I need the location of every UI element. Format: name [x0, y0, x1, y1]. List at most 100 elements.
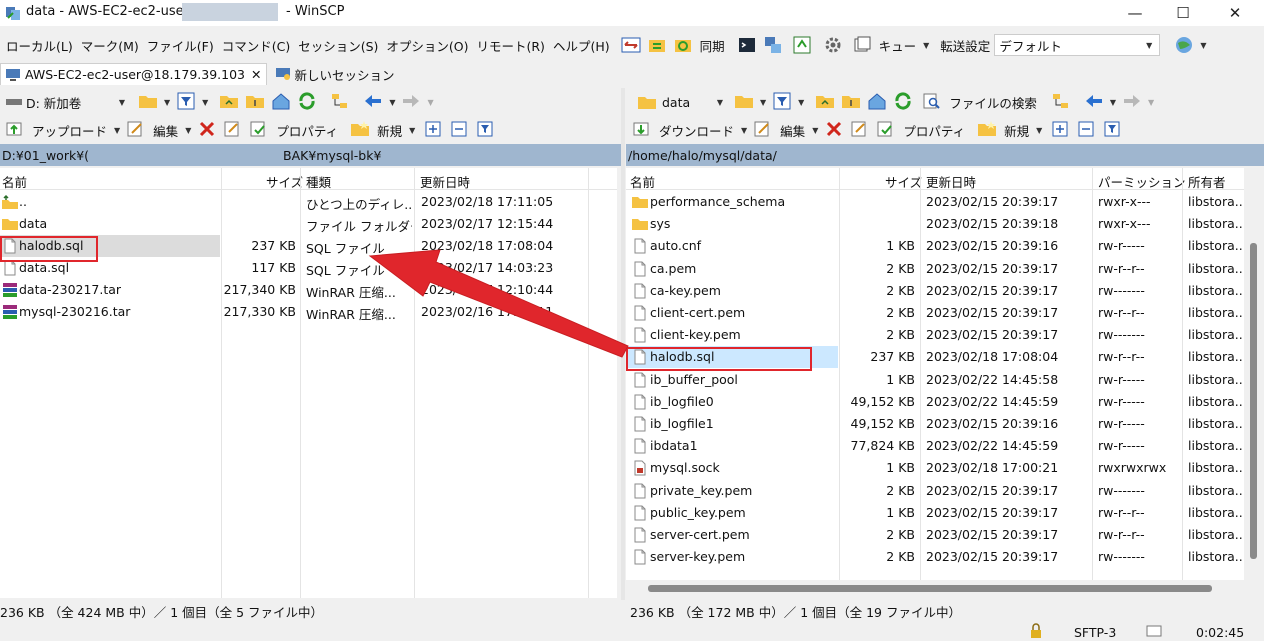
chevron-down-icon[interactable]: ▼: [923, 41, 929, 50]
menu-mark[interactable]: マーク(M): [81, 36, 139, 55]
synchronize-button[interactable]: 同期: [700, 36, 725, 55]
col-size[interactable]: サイズ: [266, 172, 303, 191]
remote-file-row[interactable]: ib_buffer_pool 1 KB 2023/02/22 14:45:58 rw-…: [626, 369, 1244, 391]
remote-horizontal-scrollbar[interactable]: [626, 580, 1244, 596]
remote-file-row[interactable]: server-cert.pem 2 KB 2023/02/15 20:39:17 rw…: [626, 524, 1244, 546]
col-modified[interactable]: 更新日時: [420, 172, 470, 191]
properties-icon[interactable]: [876, 120, 896, 140]
local-file-row[interactable]: data-230217.tar 217,340 KB WinRAR 圧缩... 202…: [0, 279, 617, 301]
parent-dir-icon[interactable]: [815, 92, 835, 112]
menu-session[interactable]: セッション(S): [298, 36, 378, 55]
edit-button[interactable]: 編集: [153, 121, 178, 140]
filter-mask-icon[interactable]: [1103, 120, 1123, 140]
edit-icon[interactable]: [753, 120, 773, 140]
putty-icon[interactable]: [763, 35, 783, 55]
col-type[interactable]: 種類: [306, 172, 331, 191]
expand-icon[interactable]: [1051, 120, 1071, 140]
remote-file-row[interactable]: client-cert.pem 2 KB 2023/02/15 20:39:17 rw…: [626, 302, 1244, 324]
chevron-down-icon[interactable]: ▼: [812, 126, 818, 135]
expand-icon[interactable]: [424, 120, 444, 140]
remote-file-row[interactable]: auto.cnf 1 KB 2023/02/15 20:39:16 rw-r-----…: [626, 235, 1244, 257]
upload-button[interactable]: アップロード: [32, 121, 107, 140]
root-dir-icon[interactable]: [841, 92, 861, 112]
col-name[interactable]: 名前: [2, 172, 27, 191]
edit-button[interactable]: 編集: [780, 121, 805, 140]
remote-file-row[interactable]: performance_schema 2023/02/15 20:39:17 rwx…: [626, 191, 1244, 213]
edit-icon[interactable]: [126, 120, 146, 140]
filter-mask-icon[interactable]: [476, 120, 496, 140]
scrollbar-thumb[interactable]: [1250, 243, 1257, 559]
new-folder-icon[interactable]: [350, 120, 370, 140]
tab-session[interactable]: AWS-EC2-ec2-user@18.179.39.103 ✕: [0, 63, 267, 85]
forward-arrow-icon[interactable]: [401, 92, 421, 112]
properties-icon[interactable]: [249, 120, 269, 140]
menu-file[interactable]: ファイル(F): [147, 36, 214, 55]
filter-icon[interactable]: [176, 92, 196, 112]
open-folder-icon[interactable]: [734, 92, 754, 112]
col-perms[interactable]: パーミッション: [1098, 172, 1186, 191]
download-button[interactable]: ダウンロード: [659, 121, 734, 140]
globe-icon[interactable]: [1174, 35, 1194, 55]
remote-file-row[interactable]: ib_logfile1 49,152 KB 2023/02/15 20:39:16 r…: [626, 413, 1244, 435]
home-icon[interactable]: [867, 92, 887, 112]
menu-options[interactable]: オプション(O): [386, 36, 468, 55]
queue-icon[interactable]: [852, 35, 872, 55]
maximize-button[interactable]: ☐: [1160, 0, 1206, 26]
remote-file-row[interactable]: ca.pem 2 KB 2023/02/15 20:39:17 rw-r--r-- li…: [626, 258, 1244, 280]
remote-file-row[interactable]: ibdata1 77,824 KB 2023/02/22 14:45:59 rw-r-…: [626, 435, 1244, 457]
local-file-row[interactable]: halodb.sql 237 KB SQL ファイル 2023/02/18 17:08…: [0, 235, 617, 257]
download-icon[interactable]: [632, 120, 652, 140]
remote-file-row[interactable]: ib_logfile0 49,152 KB 2023/02/22 14:45:59 r…: [626, 391, 1244, 413]
chevron-down-icon[interactable]: ▼: [164, 98, 170, 107]
menu-command[interactable]: コマンド(C): [222, 36, 290, 55]
col-name[interactable]: 名前: [630, 172, 655, 191]
new-button[interactable]: 新規: [1004, 121, 1029, 140]
chevron-down-icon[interactable]: ▼: [1036, 126, 1042, 135]
find-files-icon[interactable]: [922, 92, 942, 112]
delete-icon[interactable]: [197, 120, 217, 140]
compare-dirs-icon[interactable]: [621, 35, 641, 55]
local-file-row[interactable]: data ファイル フォルダー 2023/02/17 12:15:44: [0, 213, 617, 235]
synchronize-icon[interactable]: [673, 35, 693, 55]
remote-file-list[interactable]: 名前 サイズ 更新日時 パーミッション 所有者 ^ performance_sc…: [626, 168, 1244, 580]
root-dir-icon[interactable]: [245, 92, 265, 112]
menu-local[interactable]: ローカル(L): [6, 36, 73, 55]
terminal-icon[interactable]: [737, 35, 757, 55]
chevron-down-icon[interactable]: ▼: [741, 126, 747, 135]
chevron-down-icon[interactable]: ▼: [202, 98, 208, 107]
back-arrow-icon[interactable]: [363, 92, 383, 112]
minimize-button[interactable]: —: [1112, 0, 1158, 26]
chevron-down-icon[interactable]: ▼: [185, 126, 191, 135]
forward-arrow-icon[interactable]: [1122, 92, 1142, 112]
panel-splitter[interactable]: [621, 88, 625, 600]
menu-remote[interactable]: リモート(R): [477, 36, 545, 55]
rename-icon[interactable]: [850, 120, 870, 140]
chevron-down-icon[interactable]: ▼: [427, 98, 433, 107]
chevron-down-icon[interactable]: ▼: [1148, 98, 1154, 107]
chevron-down-icon[interactable]: ▼: [798, 98, 804, 107]
refresh-icon[interactable]: [297, 92, 317, 112]
upload-icon[interactable]: [5, 120, 25, 140]
properties-button[interactable]: プロパティ: [903, 121, 965, 140]
chevron-down-icon[interactable]: ▼: [760, 98, 766, 107]
find-files-button[interactable]: ファイルの検索: [949, 93, 1037, 112]
col-owner[interactable]: 所有者: [1188, 172, 1226, 191]
local-file-row[interactable]: data.sql 117 KB SQL ファイル 2023/02/17 14:03:2…: [0, 257, 617, 279]
remote-file-row[interactable]: halodb.sql 237 KB 2023/02/18 17:08:04 rw-r-…: [626, 346, 1244, 369]
remote-file-row[interactable]: sys 2023/02/15 20:39:18 rwxr-x--- libstora.…: [626, 213, 1244, 235]
queue-button[interactable]: キュー: [879, 36, 917, 55]
new-button[interactable]: 新規: [377, 121, 402, 140]
collapse-icon[interactable]: [450, 120, 470, 140]
transfer-preset-select[interactable]: デフォルト ▼: [994, 34, 1161, 56]
local-file-row[interactable]: mysql-230216.tar 217,330 KB WinRAR 圧缩... 20…: [0, 301, 617, 323]
new-folder-icon[interactable]: [977, 120, 997, 140]
remote-file-row[interactable]: private_key.pem 2 KB 2023/02/15 20:39:17 rw…: [626, 480, 1244, 502]
chevron-down-icon[interactable]: ▼: [1110, 98, 1116, 107]
open-folder-icon[interactable]: [138, 92, 158, 112]
remote-file-row[interactable]: ca-key.pem 2 KB 2023/02/15 20:39:17 rw-----…: [626, 280, 1244, 302]
remote-file-row[interactable]: client-key.pem 2 KB 2023/02/15 20:39:17 rw-…: [626, 324, 1244, 346]
chevron-down-icon[interactable]: ▼: [389, 98, 395, 107]
close-button[interactable]: ✕: [1212, 0, 1258, 26]
col-size[interactable]: サイズ: [885, 172, 922, 191]
drive-select[interactable]: D: 新加卷 ▼: [2, 91, 132, 113]
